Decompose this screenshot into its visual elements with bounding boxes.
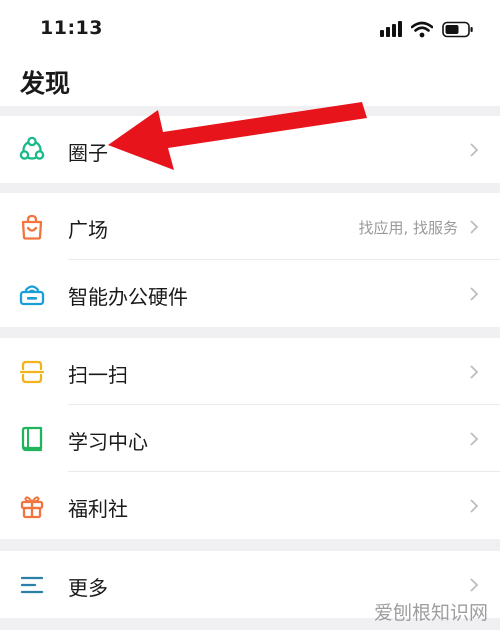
chevron-right-icon — [470, 432, 479, 446]
page-title: 发现 — [20, 69, 71, 98]
menu-item-hint: 找应用, 找服务 — [358, 219, 458, 237]
book-icon — [21, 426, 43, 452]
chevron-right-icon — [470, 578, 479, 592]
menu-item-label: 更多 — [68, 576, 108, 600]
menu-item-label: 扫一扫 — [68, 363, 128, 387]
circle-group-icon — [19, 136, 45, 160]
group-services: 广场 找应用, 找服务 智能办公硬件 — [0, 193, 500, 327]
chevron-right-icon — [470, 143, 479, 157]
scan-icon — [19, 360, 45, 384]
menu-item-office-hardware[interactable]: 智能办公硬件 — [0, 260, 500, 327]
menu-item-label: 广场 — [68, 218, 108, 242]
menu-item-label: 福利社 — [68, 497, 128, 521]
watermark: 爱刨根知识网 — [373, 602, 488, 624]
menu-item-square[interactable]: 广场 找应用, 找服务 — [0, 193, 500, 260]
chevron-right-icon — [470, 220, 479, 234]
menu-item-label: 智能办公硬件 — [68, 285, 188, 309]
menu-item-label: 学习中心 — [68, 430, 148, 454]
chevron-right-icon — [470, 287, 479, 301]
menu-item-circle[interactable]: 圈子 — [0, 116, 500, 183]
signal-icon — [380, 21, 402, 37]
chevron-right-icon — [470, 499, 479, 513]
menu-lines-icon — [20, 576, 44, 594]
menu-item-welfare[interactable]: 福利社 — [0, 472, 500, 539]
office-device-icon — [19, 285, 45, 306]
battery-icon — [442, 21, 473, 37]
status-bar: 11:13 — [0, 0, 500, 58]
shopping-bag-icon — [21, 214, 43, 240]
menu-item-learning-center[interactable]: 学习中心 — [0, 405, 500, 472]
menu-item-scan[interactable]: 扫一扫 — [0, 338, 500, 405]
group-circle: 圈子 — [0, 116, 500, 183]
gift-icon — [20, 496, 44, 519]
wifi-icon — [411, 21, 433, 37]
menu-item-label: 圈子 — [68, 141, 108, 165]
group-tools: 扫一扫 学习中心 福利社 — [0, 338, 500, 539]
chevron-right-icon — [470, 365, 479, 379]
page-header: 发现 — [0, 58, 500, 106]
status-icons — [380, 18, 474, 40]
status-time: 11:13 — [40, 17, 103, 39]
